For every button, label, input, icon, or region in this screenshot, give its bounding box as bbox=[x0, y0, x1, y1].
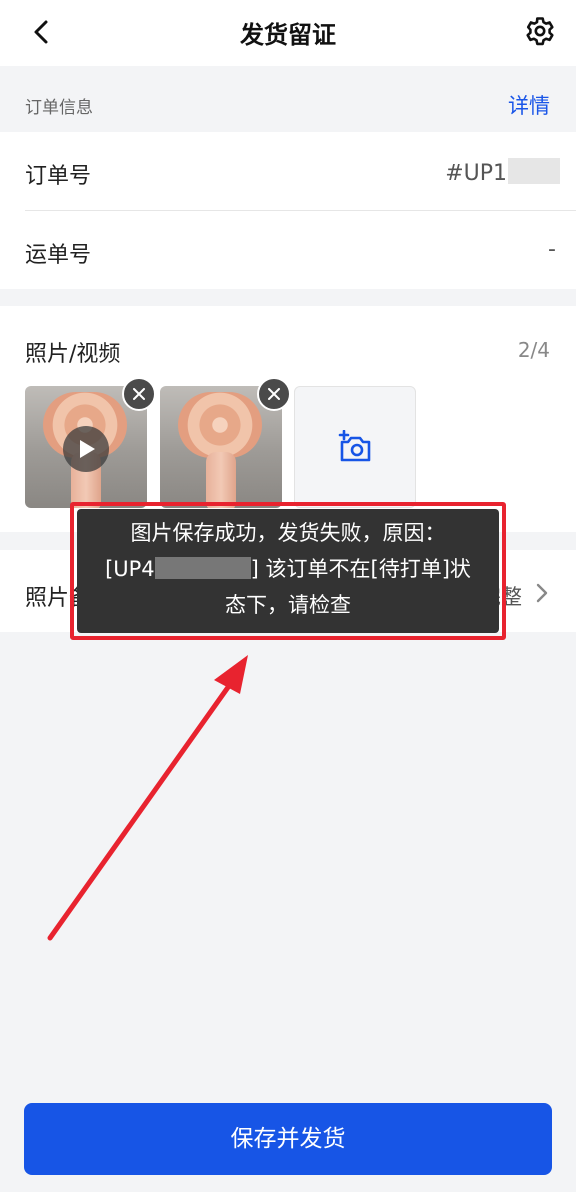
save-and-ship-button[interactable]: 保存并发货 bbox=[24, 1103, 552, 1175]
annotation-arrow bbox=[47, 655, 248, 941]
